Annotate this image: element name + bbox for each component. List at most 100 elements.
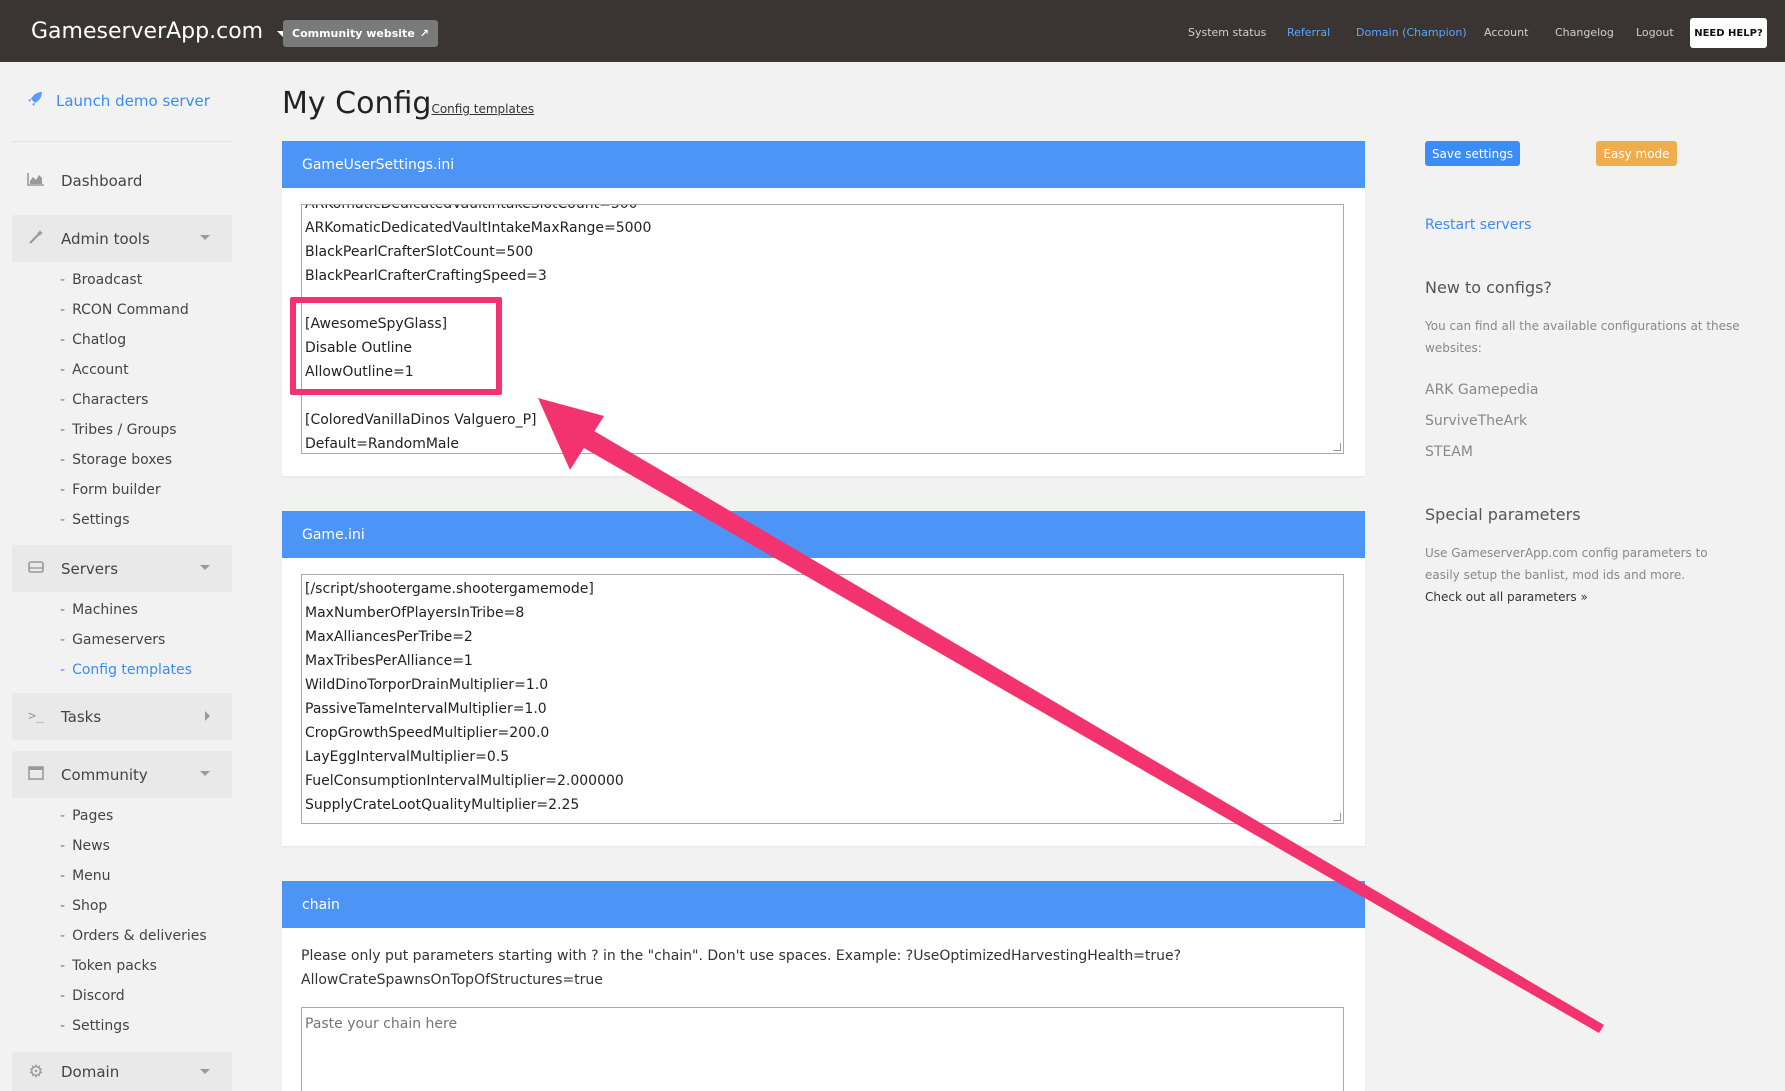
wand-icon: [26, 229, 46, 249]
sidebar-item-discord[interactable]: - Discord: [60, 988, 125, 1004]
sidebar-item-orders-deliveries[interactable]: - Orders & deliveries: [60, 928, 207, 944]
steam-link[interactable]: STEAM: [1425, 444, 1473, 460]
ark-gamepedia-link[interactable]: ARK Gamepedia: [1425, 382, 1538, 398]
config-line: [ColoredVanillaDinos Valguero_P]: [305, 412, 537, 428]
sidebar-label-admin-tools: Admin tools: [61, 229, 150, 248]
nav-domain[interactable]: Domain (Champion): [1356, 26, 1467, 39]
sidebar-item-news[interactable]: - News: [60, 838, 110, 854]
sidebar-item-label: Pages: [72, 808, 114, 824]
sidebar-item-tribes-groups[interactable]: - Tribes / Groups: [60, 422, 177, 438]
sidebar-section-admin-tools[interactable]: Admin tools: [12, 215, 232, 262]
game-ini-textarea[interactable]: [/script/shootergame.shootergamemode] Ma…: [301, 574, 1344, 824]
save-settings-button[interactable]: Save settings: [1425, 141, 1520, 166]
special-parameters-text: Use GameserverApp.com config parameters …: [1425, 546, 1708, 582]
nav-changelog[interactable]: Changelog: [1555, 26, 1614, 39]
sidebar-label-tasks: Tasks: [61, 707, 102, 726]
chain-input[interactable]: [301, 1007, 1344, 1091]
sidebar-item-token-packs[interactable]: - Token packs: [60, 958, 157, 974]
check-parameters-link[interactable]: Check out all parameters »: [1425, 590, 1588, 604]
page-title: My ConfigConfig templates: [282, 86, 534, 121]
external-link-icon: ↗: [419, 27, 429, 40]
config-line: WildDinoTorporDrainMultiplier=1.0: [305, 677, 549, 693]
nav-referral[interactable]: Referral: [1287, 26, 1330, 39]
sidebar-item-admin-settings[interactable]: - Settings: [60, 512, 129, 528]
sidebar-item-label: Chatlog: [72, 332, 127, 348]
sidebar-item-broadcast[interactable]: - Broadcast: [60, 272, 142, 288]
sidebar-section-servers[interactable]: Servers: [12, 545, 232, 592]
nav-logout[interactable]: Logout: [1636, 26, 1674, 39]
brand-menu[interactable]: GameserverApp.com: [31, 19, 290, 44]
chart-icon: [26, 172, 46, 190]
config-line: MaxAlliancesPerTribe=2: [305, 629, 473, 645]
sidebar-item-label: Shop: [72, 898, 108, 914]
card-title: Game.ini: [282, 511, 1365, 558]
sidebar-item-label: Broadcast: [72, 272, 143, 288]
easy-mode-button[interactable]: Easy mode: [1596, 141, 1677, 166]
config-templates-link[interactable]: Config templates: [431, 102, 534, 116]
sidebar-item-account[interactable]: - Account: [60, 362, 129, 378]
brand-name: GameserverApp.com: [31, 19, 264, 44]
sidebar-divider: [12, 141, 232, 142]
sidebar-section-community[interactable]: Community: [12, 751, 232, 798]
sidebar-item-machines[interactable]: - Machines: [60, 602, 138, 618]
server-icon: [26, 560, 46, 578]
sidebar-item-label: Settings: [72, 512, 130, 528]
config-line: BlackPearlCrafterCraftingSpeed=3: [305, 268, 547, 284]
window-icon: [26, 765, 46, 784]
need-help-button[interactable]: NEED HELP?: [1690, 18, 1767, 48]
chain-card: chain Please only put parameters startin…: [282, 881, 1365, 1091]
launch-demo-server-label: Launch demo server: [56, 92, 210, 110]
nav-account[interactable]: Account: [1484, 26, 1528, 39]
chevron-down-icon: [200, 1069, 210, 1074]
launch-demo-server-link[interactable]: Launch demo server: [26, 90, 210, 112]
sidebar-item-label: Characters: [72, 392, 149, 408]
sidebar-item-label: Orders & deliveries: [72, 928, 207, 944]
sidebar-section-tasks[interactable]: >_ Tasks: [12, 693, 232, 740]
sidebar-item-pages[interactable]: - Pages: [60, 808, 113, 824]
config-line: MaxNumberOfPlayersInTribe=8: [305, 605, 525, 621]
gear-icon: ⚙: [28, 1061, 44, 1082]
sidebar-item-dashboard[interactable]: Dashboard: [12, 157, 232, 204]
sidebar-item-menu[interactable]: - Menu: [60, 868, 111, 884]
page-title-text: My Config: [282, 86, 432, 121]
resize-grip-icon[interactable]: [1333, 813, 1341, 821]
sidebar-item-label: Gameservers: [72, 632, 166, 648]
sidebar-label-domain: Domain: [61, 1062, 120, 1081]
sidebar-item-shop[interactable]: - Shop: [60, 898, 107, 914]
sidebar-item-form-builder[interactable]: - Form builder: [60, 482, 161, 498]
resize-grip-icon[interactable]: [1333, 443, 1341, 451]
config-line: Default=RandomMale: [305, 436, 460, 452]
config-line: SupplyCrateLootQualityMultiplier=2.25: [305, 797, 580, 813]
sidebar-item-characters[interactable]: - Characters: [60, 392, 148, 408]
restart-servers-link[interactable]: Restart servers: [1425, 217, 1531, 233]
chevron-down-icon: [200, 565, 210, 570]
sidebar-label-community: Community: [61, 765, 148, 784]
new-to-configs-heading: New to configs?: [1425, 278, 1552, 297]
sidebar-item-gameservers[interactable]: - Gameservers: [60, 632, 165, 648]
sidebar-item-chatlog[interactable]: - Chatlog: [60, 332, 126, 348]
community-website-button[interactable]: Community website ↗: [283, 20, 438, 47]
card-title: chain: [282, 881, 1365, 928]
special-parameters-heading: Special parameters: [1425, 505, 1581, 524]
config-line: [/script/shootergame.shootergamemode]: [305, 581, 594, 597]
sidebar-item-label: Settings: [72, 1018, 130, 1034]
sidebar-label-servers: Servers: [61, 559, 119, 578]
sidebar-item-community-settings[interactable]: - Settings: [60, 1018, 129, 1034]
survivetheark-link[interactable]: SurviveTheArk: [1425, 413, 1527, 429]
nav-system-status[interactable]: System status: [1188, 26, 1266, 39]
config-line: PassiveTameIntervalMultiplier=1.0: [305, 701, 547, 717]
sidebar-item-config-templates[interactable]: - Config templates: [60, 662, 192, 678]
new-to-configs-text: You can find all the available configura…: [1425, 319, 1740, 355]
sidebar-section-domain[interactable]: ⚙ Domain: [12, 1052, 232, 1091]
sidebar-item-label: Form builder: [72, 482, 161, 498]
config-line: BlackPearlCrafterSlotCount=500: [305, 244, 534, 260]
chevron-down-icon: [200, 771, 210, 776]
sidebar-item-label: Config templates: [72, 662, 192, 678]
game-ini-card: Game.ini [/script/shootergame.shootergam…: [282, 511, 1365, 846]
top-navbar: GameserverApp.com Community website ↗ Sy…: [0, 0, 1785, 62]
config-line: LayEggIntervalMultiplier=0.5: [305, 749, 510, 765]
sidebar-item-rcon-command[interactable]: - RCON Command: [60, 302, 189, 318]
sidebar-item-storage-boxes[interactable]: - Storage boxes: [60, 452, 172, 468]
chain-instructions: Please only put parameters starting with…: [301, 948, 1182, 988]
sidebar-label-dashboard: Dashboard: [61, 171, 143, 190]
